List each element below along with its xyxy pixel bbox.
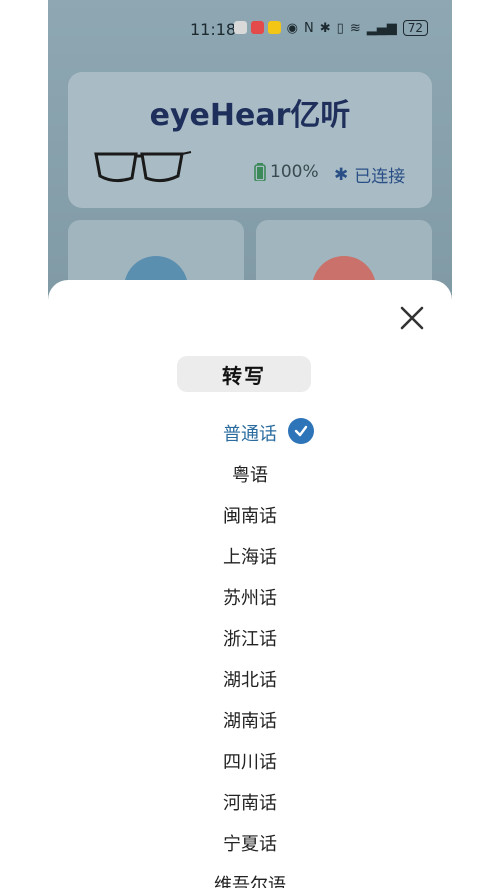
language-list: 普通话粤语闽南话上海话苏州话浙江话湖北话湖南话四川话河南话宁夏话维吾尔语 — [48, 412, 452, 888]
language-option[interactable]: 苏州话 — [48, 576, 452, 617]
sheet-title: 转写 — [177, 356, 311, 392]
language-label: 湖南话 — [223, 710, 277, 732]
nfc-icon: N — [304, 20, 314, 36]
battery-status: 100% — [254, 162, 319, 182]
system-status-icons: ◉ N ✱ ▯ ≋ ▂▄▆ 72 — [287, 20, 428, 36]
battery-percent: 100% — [270, 162, 319, 182]
glasses-icon — [94, 151, 192, 183]
language-label: 湖北话 — [223, 669, 277, 691]
language-label: 上海话 — [223, 546, 277, 568]
language-option[interactable]: 粤语 — [48, 453, 452, 494]
signal-icon: ▂▄▆ — [366, 20, 397, 36]
language-label: 河南话 — [223, 792, 277, 814]
language-label: 四川话 — [223, 751, 277, 773]
language-option[interactable]: 河南话 — [48, 781, 452, 822]
language-option[interactable]: 湖南话 — [48, 699, 452, 740]
language-option[interactable]: 闽南话 — [48, 494, 452, 535]
notification-icon — [234, 21, 247, 34]
battery-icon: 72 — [402, 20, 428, 36]
wifi-icon: ≋ — [349, 20, 361, 36]
notification-icon — [268, 21, 281, 34]
battery-full-icon — [254, 163, 266, 181]
bluetooth-icon: ✱ — [334, 164, 349, 185]
checkmark-icon — [288, 418, 314, 444]
language-label: 苏州话 — [223, 587, 277, 609]
notification-icon — [251, 21, 264, 34]
device-card[interactable]: eyeHear亿听 100% ✱ 已连接 — [68, 72, 432, 208]
language-option[interactable]: 四川话 — [48, 740, 452, 781]
language-label: 维吾尔语 — [214, 874, 286, 888]
language-option[interactable]: 维吾尔语 — [48, 863, 452, 888]
language-label: 浙江话 — [223, 628, 277, 650]
language-label: 普通话 — [223, 423, 277, 445]
language-option[interactable]: 普通话 — [48, 412, 452, 453]
language-option[interactable]: 湖北话 — [48, 658, 452, 699]
language-label: 闽南话 — [223, 505, 277, 527]
bluetooth-icon: ✱ — [319, 20, 331, 36]
language-label: 粤语 — [232, 464, 268, 486]
vibrate-icon: ▯ — [336, 20, 344, 36]
language-option[interactable]: 宁夏话 — [48, 822, 452, 863]
status-bar: 11:18 ◉ N ✱ ▯ ≋ ▂▄▆ 72 — [48, 0, 452, 60]
language-bottom-sheet: 转写 普通话粤语闽南话上海话苏州话浙江话湖北话湖南话四川话河南话宁夏话维吾尔语 — [48, 280, 452, 888]
language-option[interactable]: 浙江话 — [48, 617, 452, 658]
brand-logo: eyeHear亿听 — [149, 98, 351, 133]
connection-label: 已连接 — [354, 167, 406, 187]
close-icon[interactable] — [398, 304, 426, 332]
notification-icons — [234, 21, 281, 34]
language-option[interactable]: 上海话 — [48, 535, 452, 576]
phone-screen: 11:18 ◉ N ✱ ▯ ≋ ▂▄▆ 72 eyeHear亿听 100% ✱ … — [48, 0, 452, 888]
eye-icon: ◉ — [286, 20, 299, 36]
bluetooth-status: ✱ 已连接 — [334, 162, 406, 188]
language-label: 宁夏话 — [223, 833, 277, 855]
status-time: 11:18 — [190, 20, 237, 39]
